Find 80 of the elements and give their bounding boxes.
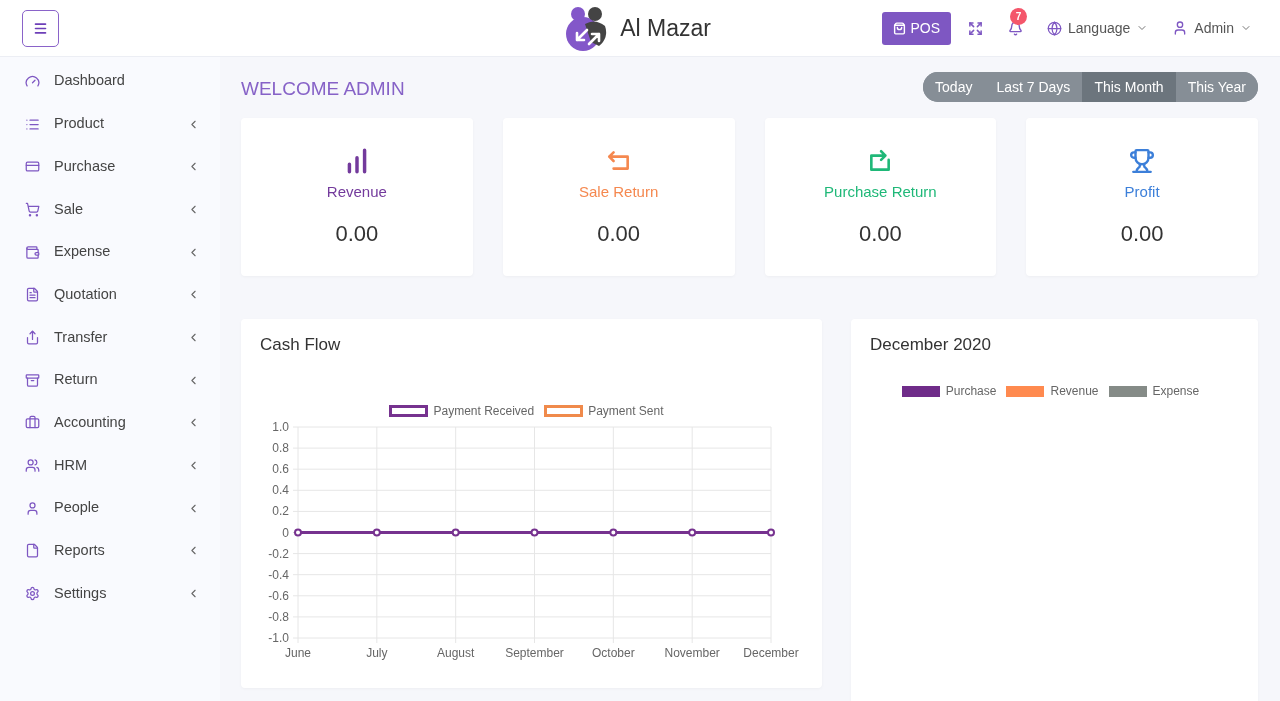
user-dropdown[interactable]: Admin [1172,17,1252,39]
sidebar-item[interactable]: Product [0,102,220,146]
list-icon [25,116,40,132]
cart-icon [25,201,40,217]
data-point [372,528,381,537]
app-title: Al Mazar [620,13,711,43]
sidebar-item[interactable]: Sale [0,188,220,231]
bag-icon [893,21,907,35]
sidebar-item[interactable]: Quotation [0,273,220,317]
card-icon [25,159,40,175]
share-icon [25,329,40,345]
globe-icon [1047,20,1062,36]
notification-count: 7 [1010,8,1027,25]
sidebar-item[interactable]: Expense [0,230,220,274]
axis-tick-label: 1.0 [272,422,289,434]
expand-icon [968,20,983,36]
axis-tick-label: -1.0 [268,631,289,645]
card-title: December 2020 [870,334,992,356]
file-icon [25,543,40,559]
axis-tick-label: 0.8 [272,441,289,456]
axis-tick-label: -0.4 [268,567,289,582]
data-point [294,528,302,537]
stat-label: Sale Return [579,182,659,202]
axis-tick-label: June [285,646,311,660]
axis-tick-label: 0 [282,525,289,540]
pos-button[interactable]: POS [882,11,951,45]
settings-icon [25,586,40,602]
card-title: Cash Flow [260,334,342,356]
sidebar-item[interactable]: Dashboard [0,60,220,103]
stat-value: 0.00 [1120,220,1164,248]
data-point [688,528,697,537]
data-point [451,528,460,537]
stat-label: Revenue [326,182,387,202]
stat-label: Profit [1124,182,1160,202]
axis-tick-label: -0.6 [268,588,289,603]
axis-tick-label: -0.2 [268,546,289,561]
sidebar-item[interactable]: People [0,486,220,530]
axis-tick-label: August [437,646,475,660]
legend-label: Revenue [1050,383,1099,400]
legend-label: Payment Sent [588,403,664,420]
legend-label: Expense [1152,383,1200,400]
menu-button[interactable] [22,9,59,47]
sidebar-item[interactable]: Accounting [0,401,220,445]
axis-tick-label: October [592,646,635,660]
stat-value: 0.00 [597,220,641,248]
sidebar-item[interactable]: Transfer [0,316,220,359]
axis-tick-label: July [366,646,388,660]
wallet-icon [25,244,40,260]
menu-icon [33,20,48,36]
legend-label: Payment Received [433,403,535,420]
legend-label: Purchase [945,383,997,400]
sidebar-item[interactable]: Purchase [0,145,220,189]
sidebar-item[interactable]: Reports [0,529,220,573]
stat-label: Purchase Return [824,182,937,202]
document-icon [25,287,40,303]
fullscreen-button[interactable] [968,20,983,36]
axis-tick-label: 0.2 [272,504,289,519]
data-point [609,528,618,537]
sidebar-item[interactable]: HRM [0,444,220,487]
language-dropdown[interactable]: Language [1047,17,1149,39]
sidebar-item[interactable]: Settings [0,572,220,615]
axis-tick-label: September [505,646,564,660]
period-tab[interactable]: This Month [1082,72,1176,102]
axis-tick-label: -0.8 [268,609,289,624]
user-icon [25,500,40,516]
bell-icon [1007,20,1023,36]
sidebar-item[interactable]: Return [0,358,220,402]
data-point [767,528,775,537]
axis-tick-label: November [664,646,720,660]
gauge-icon [25,73,40,89]
tray-icon [25,372,40,388]
axis-tick-label: December [743,646,799,660]
stat-value: 0.00 [335,220,379,248]
axis-tick-label: 0.6 [272,462,289,477]
data-point [530,528,539,537]
briefcase-icon [25,415,40,431]
stat-value: 0.00 [858,220,902,248]
users-icon [25,458,40,474]
axis-tick-label: 0.4 [272,483,289,498]
page-title: WELCOME ADMIN [241,76,405,101]
